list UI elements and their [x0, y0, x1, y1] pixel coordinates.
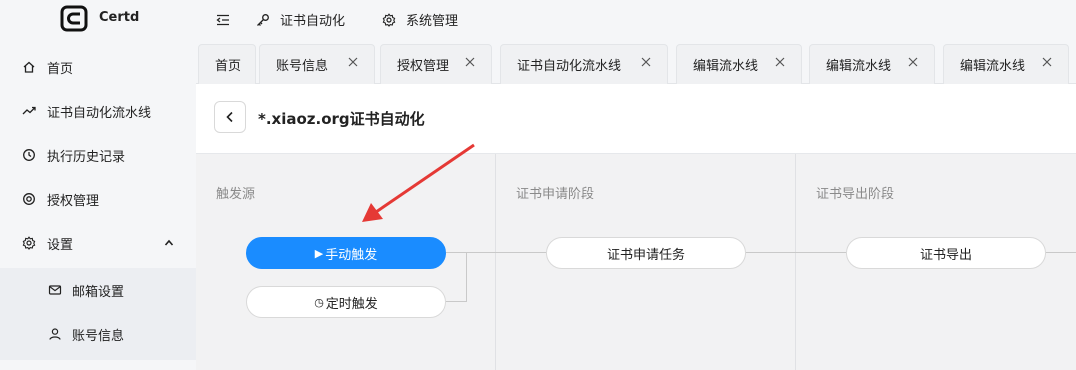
home-icon	[22, 60, 36, 74]
play-icon: ▶	[314, 246, 324, 260]
stage-divider	[795, 154, 796, 370]
tab-access-management[interactable]: 授权管理	[380, 44, 492, 84]
sidebar-item-label: 授权管理	[47, 193, 100, 209]
back-button[interactable]	[214, 101, 246, 133]
sidebar-item-history[interactable]: 执行历史记录	[0, 133, 196, 177]
user-icon	[48, 327, 62, 341]
top-link-label: 证书自动化	[280, 14, 346, 29]
close-icon[interactable]	[465, 57, 475, 67]
certd-logo	[60, 5, 88, 32]
top-bar: 证书自动化 系统管理	[196, 0, 1076, 38]
sidebar-item-email-settings[interactable]: 邮箱设置	[0, 268, 196, 312]
tab-edit-pipeline[interactable]: 编辑流水线	[809, 44, 935, 84]
sidebar-item-access[interactable]: 授权管理	[0, 177, 196, 221]
tab-label: 编辑流水线	[826, 59, 892, 74]
tab-cert-pipelines[interactable]: 证书自动化流水线	[500, 44, 668, 84]
top-link-system-admin[interactable]: 系统管理	[382, 10, 458, 29]
cert-apply-task-node[interactable]: 证书申请任务	[546, 237, 746, 269]
clock-icon: ◷	[314, 295, 324, 309]
sidebar-item-account[interactable]: 账号信息	[0, 312, 196, 356]
sidebar-item-settings[interactable]: 设置	[0, 221, 196, 265]
gear-icon	[382, 12, 396, 27]
cert-export-node[interactable]: 证书导出	[846, 237, 1046, 269]
settings-submenu: 邮箱设置 账号信息	[0, 268, 196, 360]
menu-fold-icon[interactable]	[216, 12, 230, 31]
tab-edit-pipeline[interactable]: 编辑流水线	[943, 44, 1069, 84]
node-label: 定时触发	[325, 296, 378, 312]
trend-icon	[22, 104, 36, 118]
tab-label: 编辑流水线	[693, 59, 759, 74]
sidebar-item-label: 设置	[47, 237, 74, 253]
node-label: 证书申请任务	[606, 247, 685, 263]
pipeline-canvas: 触发源 证书申请阶段 证书导出阶段 ▶ 手动触发 ◷ 定时触发 证书申请任务 证…	[196, 154, 1076, 370]
connector-line	[1046, 252, 1076, 253]
sidebar-item-label: 邮箱设置	[72, 284, 125, 300]
app-name: Certd	[99, 10, 140, 25]
app-root: Certd 首页 证书自动化流水线 执行历史记录 授权管理 设置 邮箱设置 账号…	[0, 0, 1076, 370]
sidebar-item-home[interactable]: 首页	[0, 45, 196, 89]
connector-line	[466, 252, 467, 302]
scheduled-trigger-button[interactable]: ◷ 定时触发	[246, 286, 446, 318]
tab-account-info[interactable]: 账号信息	[259, 44, 375, 84]
connector-line	[446, 252, 546, 253]
top-link-cert-automation[interactable]: 证书自动化	[256, 10, 345, 29]
sidebar-item-label: 账号信息	[72, 328, 125, 344]
node-label: 证书导出	[919, 247, 972, 263]
sidebar: Certd 首页 证书自动化流水线 执行历史记录 授权管理 设置 邮箱设置 账号…	[0, 0, 196, 370]
tab-label: 首页	[215, 59, 242, 74]
tab-edit-pipeline[interactable]: 编辑流水线	[676, 44, 802, 84]
top-link-label: 系统管理	[406, 14, 459, 29]
stage-divider	[495, 154, 496, 370]
close-icon[interactable]	[1042, 57, 1052, 67]
stage-title-cert-apply: 证书申请阶段	[516, 187, 595, 202]
tab-bar: 首页 账号信息 授权管理 证书自动化流水线 编辑流水线 编辑流水线 编辑流水线	[196, 38, 1076, 84]
sidebar-item-label: 证书自动化流水线	[47, 105, 152, 121]
sidebar-item-label: 执行历史记录	[47, 149, 126, 165]
close-icon[interactable]	[908, 57, 918, 67]
history-icon	[22, 148, 36, 162]
key-icon	[256, 13, 270, 27]
tab-label: 证书自动化流水线	[517, 59, 622, 74]
tab-home[interactable]: 首页	[198, 44, 256, 84]
manual-trigger-button[interactable]: ▶ 手动触发	[246, 237, 446, 269]
close-icon[interactable]	[348, 57, 358, 67]
chevron-up-icon	[164, 237, 174, 252]
close-icon[interactable]	[775, 57, 785, 67]
tab-label: 账号信息	[276, 59, 329, 74]
chevron-left-icon	[226, 111, 233, 123]
mail-icon	[48, 283, 62, 297]
close-icon[interactable]	[641, 57, 651, 67]
connector-line	[746, 252, 846, 253]
node-label: 手动触发	[325, 247, 378, 263]
tab-label: 授权管理	[397, 59, 450, 74]
sidebar-item-label: 首页	[47, 61, 74, 77]
target-icon	[22, 192, 36, 206]
page-title: *.xiaoz.org证书自动化	[258, 110, 425, 128]
sidebar-item-pipelines[interactable]: 证书自动化流水线	[0, 89, 196, 133]
page-header: *.xiaoz.org证书自动化	[196, 84, 1076, 154]
gear-icon	[22, 236, 36, 250]
stage-title-cert-export: 证书导出阶段	[816, 187, 895, 202]
tab-label: 编辑流水线	[960, 59, 1026, 74]
connector-line	[446, 301, 467, 302]
stage-title-trigger: 触发源	[216, 187, 256, 202]
